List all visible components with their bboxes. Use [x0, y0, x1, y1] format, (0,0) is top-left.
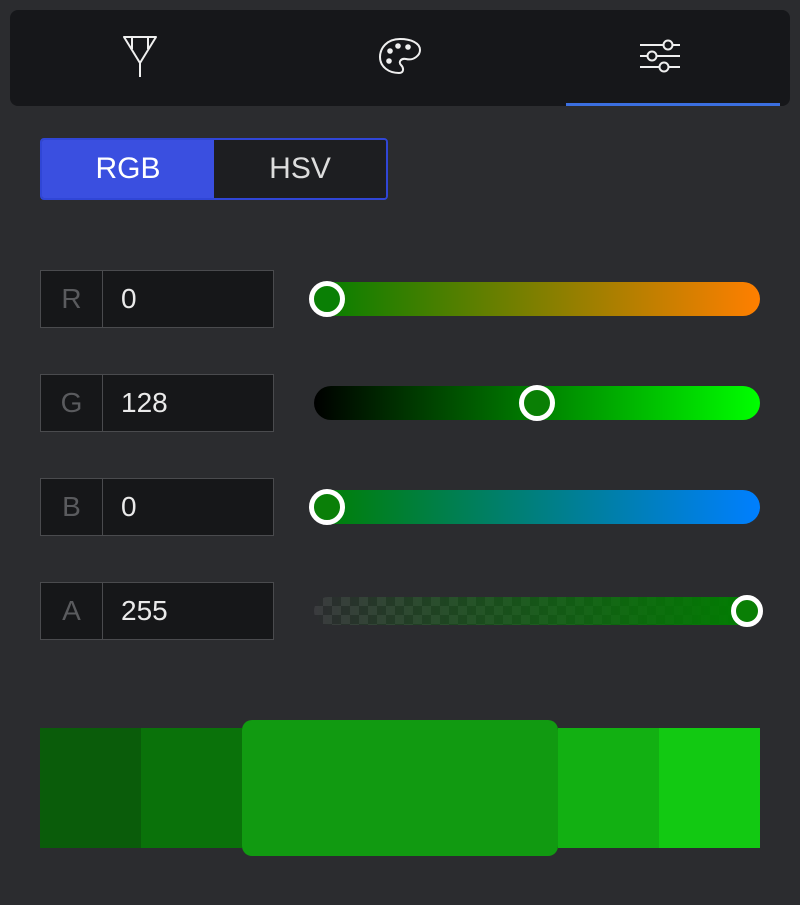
tab-brush[interactable]	[10, 10, 270, 106]
mode-hsv-button[interactable]: HSV	[214, 140, 386, 198]
channel-r: R 0	[40, 270, 760, 328]
channel-g-field[interactable]: G 128	[40, 374, 274, 432]
channel-b-label: B	[41, 479, 103, 535]
channel-b: B 0	[40, 478, 760, 536]
mode-rgb-label: RGB	[95, 152, 160, 186]
channel-g-value[interactable]: 128	[103, 375, 273, 431]
channel-a-slider[interactable]	[314, 591, 760, 631]
channel-a-value[interactable]: 255	[103, 583, 273, 639]
channel-r-slider[interactable]	[314, 279, 760, 319]
channel-b-track[interactable]	[314, 490, 760, 524]
channel-g-thumb[interactable]	[519, 385, 555, 421]
color-panel: RGB HSV R 0 G 128	[0, 0, 800, 905]
channel-r-field[interactable]: R 0	[40, 270, 274, 328]
channel-r-value[interactable]: 0	[103, 271, 273, 327]
tab-sliders[interactable]	[530, 10, 790, 106]
channel-b-value[interactable]: 0	[103, 479, 273, 535]
channel-a: A 255	[40, 582, 760, 640]
swatch-4[interactable]	[659, 728, 760, 848]
swatches-strip	[40, 728, 760, 848]
swatch-2[interactable]	[242, 720, 559, 856]
channel-a-label: A	[41, 583, 103, 639]
tab-bar	[10, 10, 790, 106]
channel-b-field[interactable]: B 0	[40, 478, 274, 536]
channel-g-label: G	[41, 375, 103, 431]
mode-hsv-label: HSV	[269, 152, 331, 186]
mode-rgb-button[interactable]: RGB	[42, 140, 214, 198]
channel-a-field[interactable]: A 255	[40, 582, 274, 640]
swatch-0[interactable]	[40, 728, 141, 848]
swatch-3[interactable]	[558, 728, 659, 848]
brush-icon	[120, 33, 160, 84]
mode-toggle: RGB HSV	[40, 138, 388, 200]
tab-palette[interactable]	[270, 10, 530, 106]
sliders-icon	[638, 37, 682, 80]
color-mode-toggle: RGB HSV	[10, 106, 790, 210]
channel-b-slider[interactable]	[314, 487, 760, 527]
channel-a-thumb[interactable]	[731, 595, 763, 627]
palette-icon	[377, 35, 423, 82]
channel-g: G 128	[40, 374, 760, 432]
channel-r-thumb[interactable]	[309, 281, 345, 317]
channel-b-thumb[interactable]	[309, 489, 345, 525]
channel-r-track[interactable]	[314, 282, 760, 316]
channel-list: R 0 G 128 B 0	[10, 210, 790, 640]
channel-a-track[interactable]	[314, 597, 760, 625]
channel-g-slider[interactable]	[314, 383, 760, 423]
swatch-1[interactable]	[141, 728, 242, 848]
channel-r-label: R	[41, 271, 103, 327]
